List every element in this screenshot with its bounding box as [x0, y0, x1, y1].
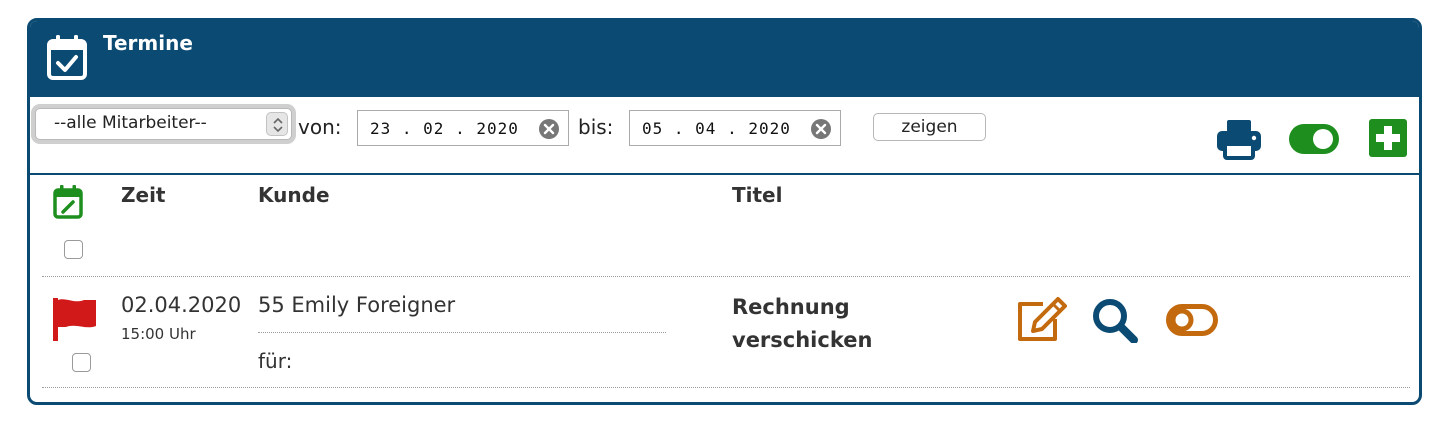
employee-select-value: --alle Mitarbeiter-- — [54, 113, 207, 133]
column-header-kunde[interactable]: Kunde — [258, 183, 330, 207]
row-divider — [42, 276, 1410, 277]
row-checkbox[interactable] — [72, 353, 91, 372]
panel-header: Termine — [30, 21, 1419, 97]
print-icon[interactable] — [1215, 118, 1263, 160]
clear-to-date-icon[interactable] — [810, 118, 832, 140]
select-arrows-icon — [266, 112, 288, 136]
clear-from-date-icon[interactable] — [538, 118, 560, 140]
column-header-titel[interactable]: Titel — [732, 183, 782, 207]
row-title: Rechnung verschicken — [732, 295, 873, 352]
from-date-input[interactable]: 23 . 02 . 2020 — [357, 110, 569, 146]
add-icon[interactable] — [1368, 118, 1408, 158]
appointments-panel: Termine --alle Mitarbeiter-- von: 23 . 0… — [27, 18, 1422, 405]
panel-title: Termine — [103, 31, 193, 55]
employee-select[interactable]: --alle Mitarbeiter-- — [31, 104, 296, 144]
row-date: 02.04.2020 — [121, 293, 242, 317]
row-divider — [42, 387, 1410, 388]
toggle-off-icon[interactable] — [1166, 304, 1218, 336]
show-button[interactable]: zeigen — [873, 113, 986, 141]
calendar-edit-icon — [53, 185, 83, 219]
calendar-check-icon — [47, 35, 87, 80]
column-header-zeit[interactable]: Zeit — [121, 183, 165, 207]
toggle-on-icon[interactable] — [1288, 123, 1340, 155]
flag-icon[interactable] — [52, 296, 98, 342]
row-time: 15:00 Uhr — [121, 325, 196, 343]
to-label: bis: — [578, 115, 614, 139]
search-icon[interactable] — [1091, 297, 1139, 343]
row-for-label: für: — [258, 349, 293, 373]
from-label: von: — [298, 115, 342, 139]
to-date-input[interactable]: 05 . 04 . 2020 — [629, 110, 841, 146]
to-date-value: 05 . 04 . 2020 — [642, 119, 791, 138]
customer-divider — [258, 332, 666, 333]
row-customer[interactable]: 55 Emily Foreigner — [258, 293, 455, 317]
edit-icon[interactable] — [1015, 297, 1067, 343]
select-all-checkbox[interactable] — [64, 240, 83, 259]
filter-toolbar: --alle Mitarbeiter-- von: 23 . 02 . 2020… — [30, 99, 1419, 175]
from-date-value: 23 . 02 . 2020 — [370, 119, 519, 138]
